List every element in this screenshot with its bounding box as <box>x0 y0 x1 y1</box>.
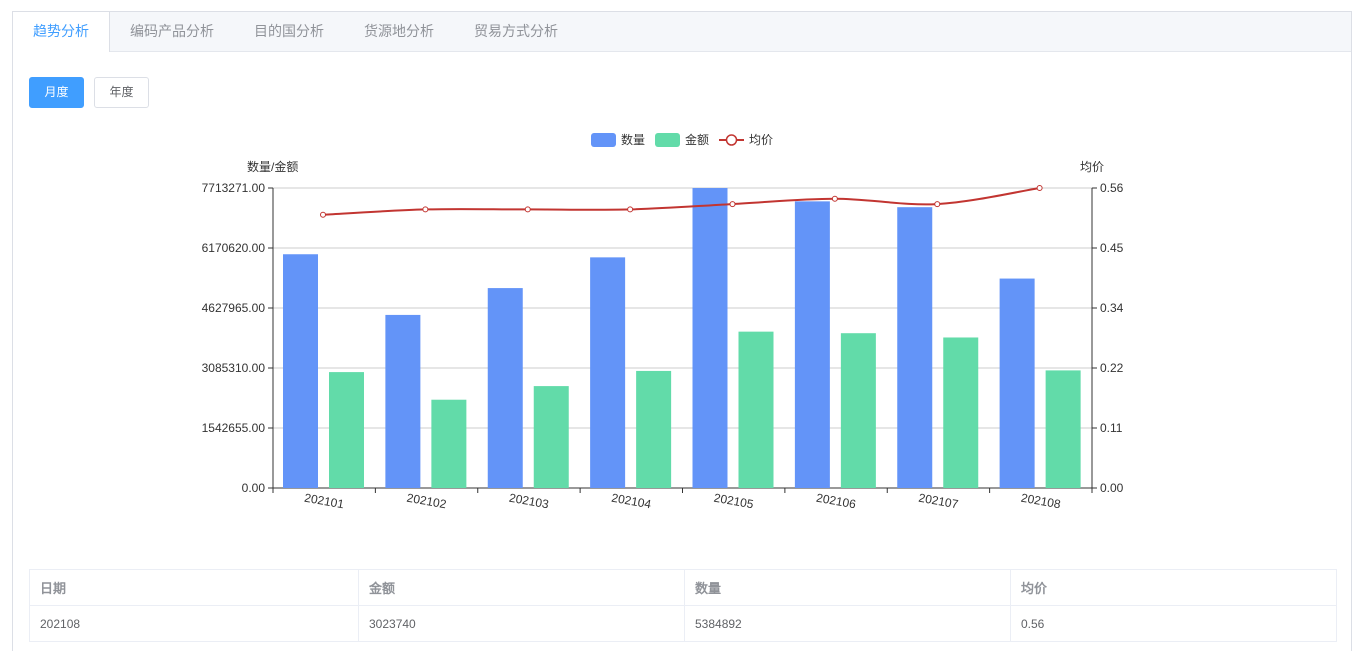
y-tick-label-left: 4627965.00 <box>202 301 266 315</box>
bar-amount <box>738 331 774 488</box>
x-tick-label: 202101 <box>303 491 345 512</box>
avg-price-point <box>320 211 326 218</box>
avg-price-point <box>627 206 634 213</box>
y-tick-label-right: 0.00 <box>1100 481 1124 495</box>
table-row: 202108 3023740 5384892 0.56 <box>29 605 1337 642</box>
cell-amount: 3023740 <box>358 605 685 642</box>
column-header-amount: 金额 <box>358 569 685 606</box>
y-tick-label-right: 0.11 <box>1100 421 1123 435</box>
trend-chart: 0.00 0.00 1542655.00 0.11 3085310.00 0.22 4627… <box>202 132 1124 512</box>
y-tick-label-right: 0.34 <box>1100 301 1124 315</box>
legend-label: 数量 <box>621 132 645 147</box>
avg-price-point <box>422 206 429 213</box>
y-tick-label-right: 0.45 <box>1100 241 1124 255</box>
data-table: 日期 金额 数量 均价 202108 3023740 5384892 0.56 <box>29 569 1337 642</box>
bar-quantity <box>897 207 933 488</box>
y-tick-label-left: 3085310.00 <box>202 361 266 375</box>
bar-quantity <box>385 314 421 488</box>
x-tick-label: 202105 <box>713 491 755 512</box>
bar-quantity <box>590 257 626 488</box>
avg-price-point <box>524 206 531 213</box>
avg-price-point <box>934 201 941 208</box>
avg-price-point <box>729 201 736 208</box>
bar-quantity <box>487 288 523 488</box>
bar-amount <box>329 372 364 488</box>
bar-quantity <box>283 254 318 488</box>
cell-date: 202108 <box>29 605 359 642</box>
bar-amount <box>636 370 672 488</box>
x-tick-label: 202108 <box>1020 491 1062 512</box>
column-header-quantity: 数量 <box>684 569 1011 606</box>
x-tick-label: 202107 <box>918 491 960 512</box>
x-tick-label: 202103 <box>508 491 550 512</box>
table-header-row: 日期 金额 数量 均价 <box>29 569 1337 606</box>
avg-price-point <box>831 195 838 202</box>
y-axis-title-right: 均价 <box>1080 160 1104 174</box>
y-axis-title-left: 数量/金额 <box>247 159 298 174</box>
bar-amount <box>533 386 569 488</box>
y-tick-label-left: 7713271.00 <box>202 181 266 195</box>
bar-amount <box>431 399 467 488</box>
bar-amount <box>943 337 979 488</box>
bar-quantity <box>999 278 1035 488</box>
analysis-panel: 趋势分析 编码产品分析 目的国分析 货源地分析 贸易方式分析 月度 年度 0.0… <box>12 11 1352 651</box>
cell-avg-price: 0.56 <box>1010 605 1337 642</box>
x-tick-label: 202102 <box>406 491 448 512</box>
legend-swatch-amount <box>655 133 680 147</box>
y-tick-label-left: 6170620.00 <box>202 241 266 255</box>
y-tick-label-right: 0.22 <box>1100 361 1124 375</box>
bar-amount <box>1045 370 1081 488</box>
legend-label: 金额 <box>685 132 709 147</box>
x-tick-label: 202106 <box>815 491 857 512</box>
bar-amount <box>840 333 876 488</box>
column-header-avg-price: 均价 <box>1010 569 1337 606</box>
cell-quantity: 5384892 <box>684 605 1011 642</box>
y-tick-label-left: 0.00 <box>242 481 266 495</box>
column-header-date: 日期 <box>29 569 359 606</box>
x-tick-label: 202104 <box>610 491 652 512</box>
y-tick-label-right: 0.56 <box>1100 181 1124 195</box>
legend-label: 均价 <box>749 133 773 147</box>
legend-swatch-quantity <box>591 133 616 147</box>
bar-quantity <box>794 201 830 488</box>
y-tick-label-left: 1542655.00 <box>202 421 266 435</box>
bar-quantity <box>692 188 728 488</box>
avg-price-point <box>1036 185 1043 191</box>
legend-swatch-avg-price-marker <box>725 134 738 146</box>
